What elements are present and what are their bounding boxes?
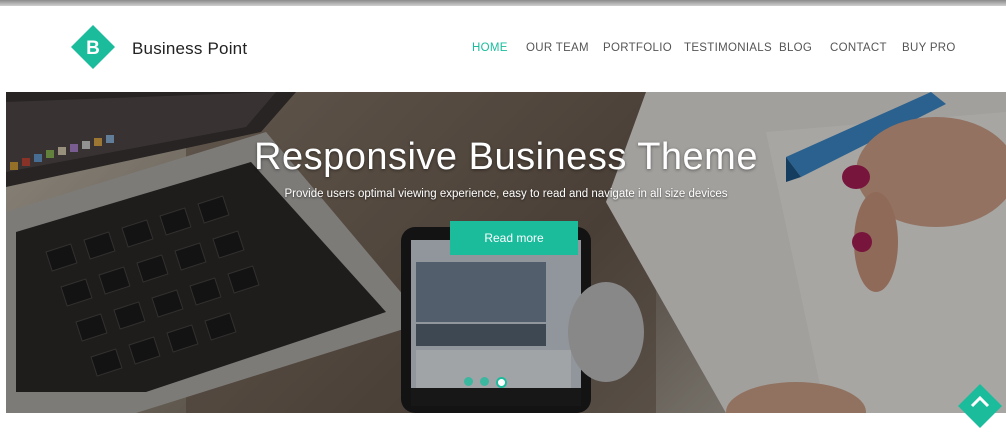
hero-subtitle: Provide users optimal viewing experience… — [284, 188, 728, 200]
slider-pagination — [464, 377, 534, 389]
nav-item-blog[interactable]: BLOG — [779, 42, 812, 54]
nav-item-home[interactable]: HOME — [472, 42, 508, 54]
site-header: B Business Point HOME OUR TEAM PORTFOLIO… — [0, 6, 1006, 92]
nav-item-contact[interactable]: CONTACT — [830, 42, 887, 54]
main-nav: HOME OUR TEAM PORTFOLIO TESTIMONIALS BLO… — [0, 42, 1006, 62]
slide-dot-2[interactable] — [480, 377, 489, 386]
nav-item-portfolio[interactable]: PORTFOLIO — [603, 42, 672, 54]
slide-dot-3[interactable] — [496, 377, 507, 388]
hero-title: Responsive Business Theme — [254, 136, 758, 178]
slide-dot-1[interactable] — [464, 377, 473, 386]
hero-slider: Responsive Business Theme Provide users … — [6, 92, 1006, 413]
read-more-button[interactable]: Read more — [450, 221, 578, 255]
nav-item-buy-pro[interactable]: BUY PRO — [902, 42, 956, 54]
chevron-up-icon[interactable] — [958, 384, 1002, 428]
nav-item-our-team[interactable]: OUR TEAM — [526, 42, 589, 54]
nav-item-testimonials[interactable]: TESTIMONIALS — [684, 42, 772, 54]
